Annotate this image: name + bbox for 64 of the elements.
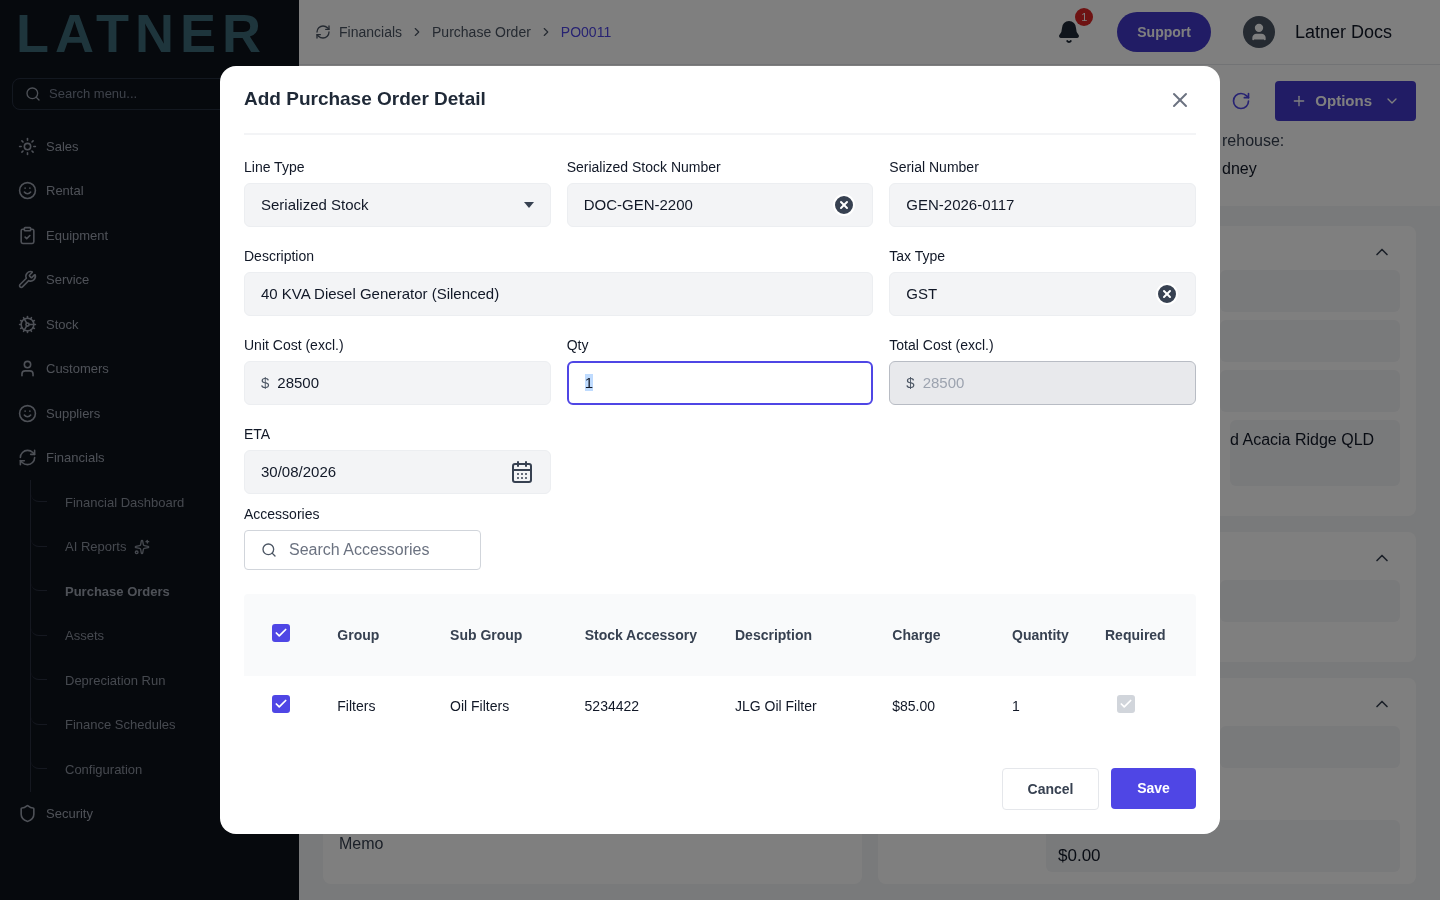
column-header: Quantity <box>1012 625 1070 645</box>
field-label: Description <box>244 247 316 266</box>
field-label: Unit Cost (excl.) <box>244 336 345 355</box>
submenu-item[interactable]: Configuration <box>65 759 143 779</box>
column-header: Sub Group <box>450 625 524 645</box>
input-field: d Acacia Ridge QLD <box>1230 420 1400 486</box>
user-name: Latner Docs <box>1294 20 1392 44</box>
field-label: Serialized Stock Number <box>566 158 722 177</box>
input-field[interactable]: $ 28500 <box>244 361 551 405</box>
sidebar-item[interactable]: Security <box>12 791 299 836</box>
field-label: Accessories <box>244 505 321 524</box>
field-label: Tax Type <box>889 247 947 266</box>
warehouse-label: rehouse: <box>1222 131 1285 151</box>
cancel-button[interactable]: Cancel <box>1002 768 1099 810</box>
select-field[interactable]: Serialized Stock <box>244 183 551 227</box>
table-cell-text: JLG Oil Filter <box>734 696 818 716</box>
field-value: GST <box>906 283 939 304</box>
field-value: 30/08/2026 <box>261 461 338 482</box>
date-field[interactable]: 30/08/2026 <box>244 450 551 494</box>
options-button[interactable]: Options <box>1275 81 1416 121</box>
submenu-item[interactable]: Assets <box>65 626 104 646</box>
table-cell-text: $85.00 <box>892 696 937 716</box>
input-field[interactable]: 40 KVA Diesel Generator (Silenced) <box>244 272 874 316</box>
notification-badge: 1 <box>1075 8 1094 26</box>
submenu-item[interactable]: Depreciation Run <box>65 670 166 690</box>
column-header: Group <box>337 625 381 645</box>
search-field[interactable]: Search Accessories <box>244 530 481 570</box>
currency-prefix: $ <box>261 372 270 393</box>
field-value: GEN-2026-0117 <box>906 194 1016 215</box>
warehouse-value: dney <box>1222 159 1257 179</box>
submenu-item[interactable]: Purchase Orders <box>65 581 170 601</box>
field-value: 28500 <box>922 372 966 393</box>
breadcrumb-link[interactable]: Financials <box>339 21 403 43</box>
table-cell-text: 1 <box>1011 696 1021 716</box>
field-label: Line Type <box>244 158 306 177</box>
table-cell-text: 5234422 <box>584 696 641 716</box>
support-button[interactable]: Support <box>1117 12 1211 52</box>
currency-prefix: $ <box>906 372 915 393</box>
table-cell-text: Oil Filters <box>450 696 511 716</box>
column-header: Description <box>735 625 813 645</box>
column-header: Charge <box>892 625 942 645</box>
field-value: 28500 <box>277 372 321 393</box>
input-field[interactable]: GEN-2026-0117 <box>889 183 1196 227</box>
input-field[interactable]: DOC-GEN-2200 <box>566 183 874 227</box>
column-header: Stock Accessory <box>584 625 698 645</box>
field-value: DOC-GEN-2200 <box>583 194 694 215</box>
submenu-item[interactable]: Finance Schedules <box>65 715 176 735</box>
field-value: Serialized Stock <box>261 194 370 215</box>
save-button[interactable]: Save <box>1111 768 1196 809</box>
breadcrumb-link[interactable]: Purchase Order <box>432 21 531 43</box>
input-field[interactable]: 1 <box>566 361 874 405</box>
field-label: Total Cost (excl.) <box>889 336 995 355</box>
input-field[interactable]: GST <box>889 272 1196 316</box>
breadcrumb-link[interactable]: PO0011 <box>560 21 612 43</box>
table-cell-text: Filters <box>337 696 377 716</box>
memo-label: Memo <box>339 834 384 854</box>
submenu-item[interactable]: AI Reports <box>65 537 151 557</box>
submenu-item[interactable]: Financial Dashboard <box>65 492 185 512</box>
field-value: 40 KVA Diesel Generator (Silenced) <box>261 283 501 304</box>
field-label: Qty <box>566 336 590 355</box>
column-header: Required <box>1105 625 1167 645</box>
field-value: 1 <box>584 372 594 393</box>
field-label: Serial Number <box>889 158 980 177</box>
field-label: ETA <box>244 425 272 444</box>
